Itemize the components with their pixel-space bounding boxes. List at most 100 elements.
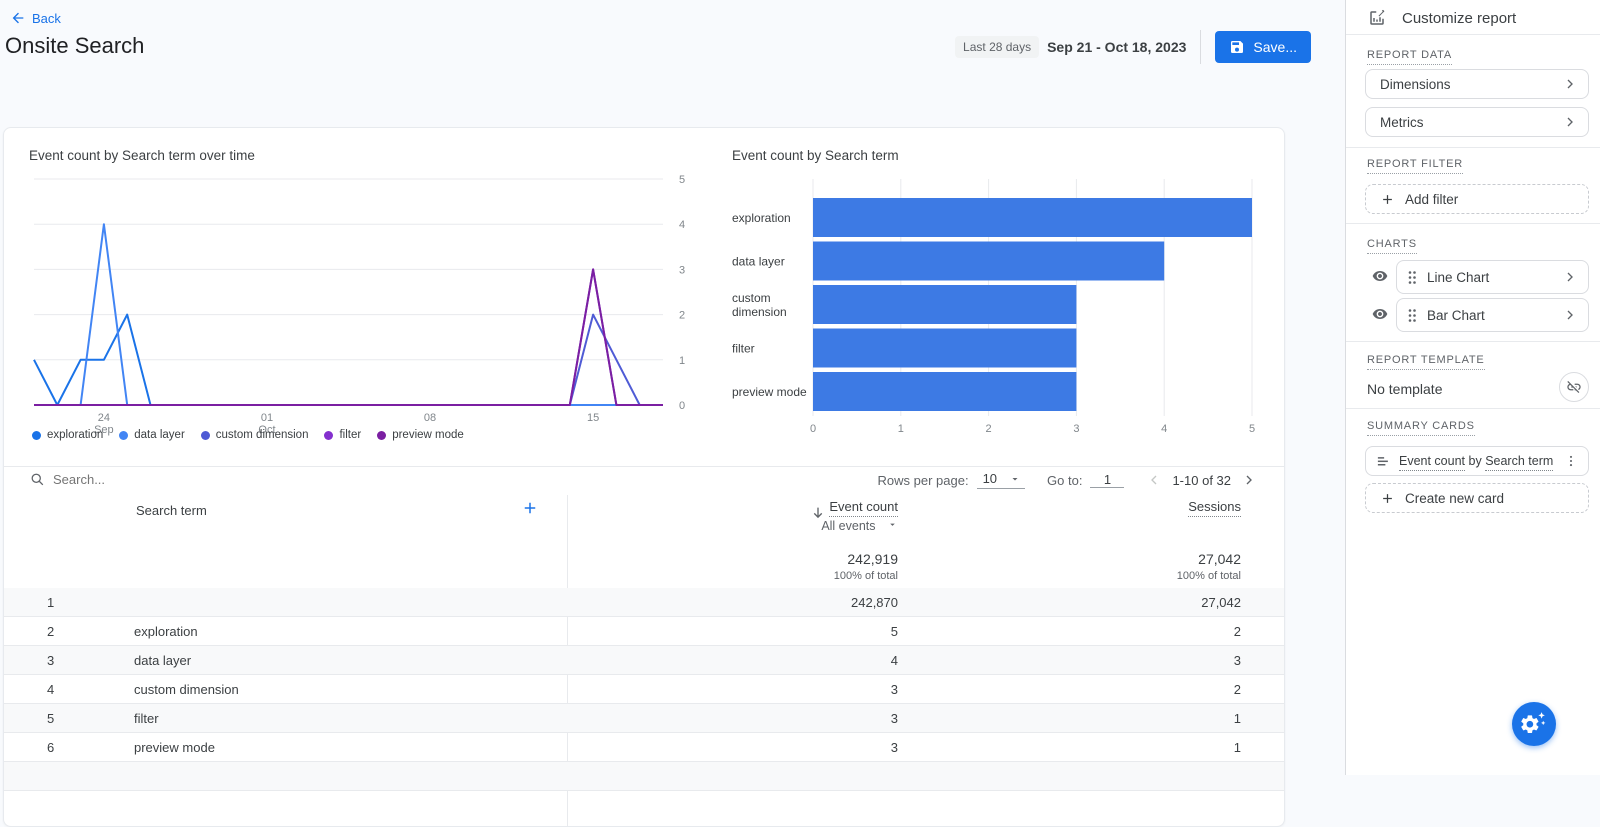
section-summary-cards: SUMMARY CARDS [1367, 420, 1475, 436]
search-input[interactable] [53, 472, 313, 487]
svg-text:filter: filter [732, 342, 755, 356]
legend-item[interactable]: exploration [32, 429, 103, 441]
chevron-right-icon [1567, 117, 1573, 127]
chevron-left-icon[interactable] [1146, 472, 1162, 488]
line-chart-label: Line Chart [1427, 269, 1490, 285]
save-button[interactable]: Save... [1215, 31, 1311, 63]
svg-text:1: 1 [898, 423, 904, 435]
svg-text:4: 4 [1161, 423, 1167, 435]
page-range: 1-10 of 32 [1172, 472, 1231, 488]
page-title: Onsite Search [5, 33, 145, 58]
metrics-label: Metrics [1380, 114, 1424, 130]
svg-text:5: 5 [679, 174, 685, 186]
legend-item[interactable]: filter [324, 429, 361, 441]
visibility-icon[interactable] [1370, 306, 1390, 322]
table-pagination: Rows per page: 10 Go to: 1-10 of 32 [878, 471, 1258, 489]
row-sessions: 1 [1233, 711, 1241, 726]
table-row[interactable]: 2 exploration 5 2 [4, 617, 1284, 646]
chevron-right-icon [1567, 79, 1573, 89]
visibility-icon[interactable] [1370, 268, 1390, 284]
svg-text:24: 24 [98, 412, 110, 424]
bar-chart-label: Bar Chart [1427, 307, 1485, 323]
goto-label: Go to: [1047, 472, 1083, 488]
row-index: 2 [47, 624, 55, 639]
row-sessions: 27,042 [1201, 595, 1241, 610]
svg-text:dimension: dimension [732, 305, 787, 319]
metrics-card[interactable]: Metrics [1365, 107, 1589, 137]
legend-label: custom dimension [215, 429, 309, 441]
table-row[interactable]: 4 custom dimension 3 2 [4, 675, 1284, 704]
legend-dot [32, 430, 41, 440]
rows-per-page-select[interactable]: 10 [976, 471, 1026, 489]
row-index: 5 [47, 711, 55, 726]
header-actions: Last 28 days Sep 21 - Oct 18, 2023 Save.… [955, 30, 1311, 64]
section-report-template: REPORT TEMPLATE [1367, 354, 1485, 370]
add-column-icon[interactable] [521, 499, 539, 517]
total-event-count-pct: 100% of total [833, 570, 898, 582]
row-search-term: filter [134, 711, 159, 726]
bar-chart-title: Event count by Search term [732, 148, 899, 163]
row-sessions: 1 [1233, 740, 1241, 755]
gear-sparkle-icon [1521, 712, 1546, 734]
save-label: Save... [1253, 39, 1297, 55]
summary-list-icon [1377, 456, 1388, 465]
legend-item[interactable]: custom dimension [200, 429, 309, 441]
row-event-count: 4 [890, 653, 898, 668]
link-off-icon [1567, 381, 1581, 393]
panel-header: Customize report [1346, 0, 1600, 35]
create-new-card-button[interactable]: Create new card [1365, 483, 1589, 513]
search-icon [31, 473, 44, 486]
header-divider [1200, 30, 1202, 64]
metric-filter-dropdown[interactable]: All events [568, 519, 898, 533]
dimensions-card[interactable]: Dimensions [1365, 69, 1589, 99]
svg-text:0: 0 [810, 423, 816, 435]
legend-item[interactable]: data layer [119, 429, 185, 441]
row-index: 6 [47, 740, 55, 755]
svg-text:1: 1 [679, 355, 685, 367]
legend-item[interactable]: preview mode [377, 429, 464, 441]
line-chart-legend: exploration data layer custom dimension … [32, 429, 464, 441]
column-header-event-count[interactable]: Event count [568, 499, 898, 517]
table-row[interactable]: 6 preview mode 3 1 [4, 733, 1284, 762]
svg-text:exploration: exploration [732, 211, 791, 225]
svg-text:3: 3 [1073, 423, 1079, 435]
svg-text:0: 0 [679, 400, 685, 412]
more-options-icon[interactable] [1564, 453, 1578, 469]
date-range[interactable]: Sep 21 - Oct 18, 2023 [1047, 39, 1186, 55]
row-sessions: 2 [1233, 624, 1241, 639]
svg-text:01: 01 [261, 412, 273, 424]
section-charts: CHARTS [1367, 238, 1417, 254]
line-chart-card[interactable]: Line Chart [1396, 260, 1589, 294]
drag-handle-icon[interactable] [1407, 308, 1417, 323]
row-search-term: data layer [134, 653, 192, 668]
dimensions-label: Dimensions [1380, 76, 1451, 92]
line-chart: 01234524Sep01Oct08 15 [33, 174, 685, 436]
unlink-template-button[interactable] [1559, 372, 1589, 402]
row-index: 4 [47, 682, 55, 697]
add-filter-button[interactable]: Add filter [1365, 184, 1589, 214]
date-preset-chip[interactable]: Last 28 days [955, 36, 1040, 58]
bar-chart-card[interactable]: Bar Chart [1396, 298, 1589, 332]
svg-text:4: 4 [679, 219, 685, 231]
goto-page-input[interactable] [1090, 472, 1125, 488]
report-card: Event count by Search term over time 012… [3, 127, 1285, 827]
table-row[interactable]: 5 filter 3 1 [4, 704, 1284, 733]
table-row[interactable]: 1 242,870 27,042 [4, 588, 1284, 617]
insights-fab-button[interactable] [1512, 702, 1556, 746]
column-header-sessions[interactable]: Sessions [908, 499, 1241, 517]
column-header-search-term[interactable]: Search term [136, 503, 207, 518]
chevron-right-icon[interactable] [1241, 472, 1257, 488]
row-sessions: 3 [1233, 653, 1241, 668]
table-row[interactable]: 3 data layer 4 3 [4, 646, 1284, 675]
summary-connector: by [1468, 454, 1482, 468]
row-index: 3 [47, 653, 55, 668]
back-button[interactable]: Back [10, 10, 61, 26]
legend-label: filter [339, 429, 362, 441]
drag-handle-icon[interactable] [1407, 270, 1417, 285]
summary-card[interactable]: Event count by Search term [1365, 446, 1589, 476]
arrow-left-icon [12, 12, 24, 24]
bar-chart: 0 1 2 3 4 5 exploration data layer customdimensi… [732, 179, 1255, 435]
save-icon [1231, 41, 1244, 53]
chart-edit-icon [1370, 9, 1385, 25]
legend-dot [200, 430, 210, 440]
